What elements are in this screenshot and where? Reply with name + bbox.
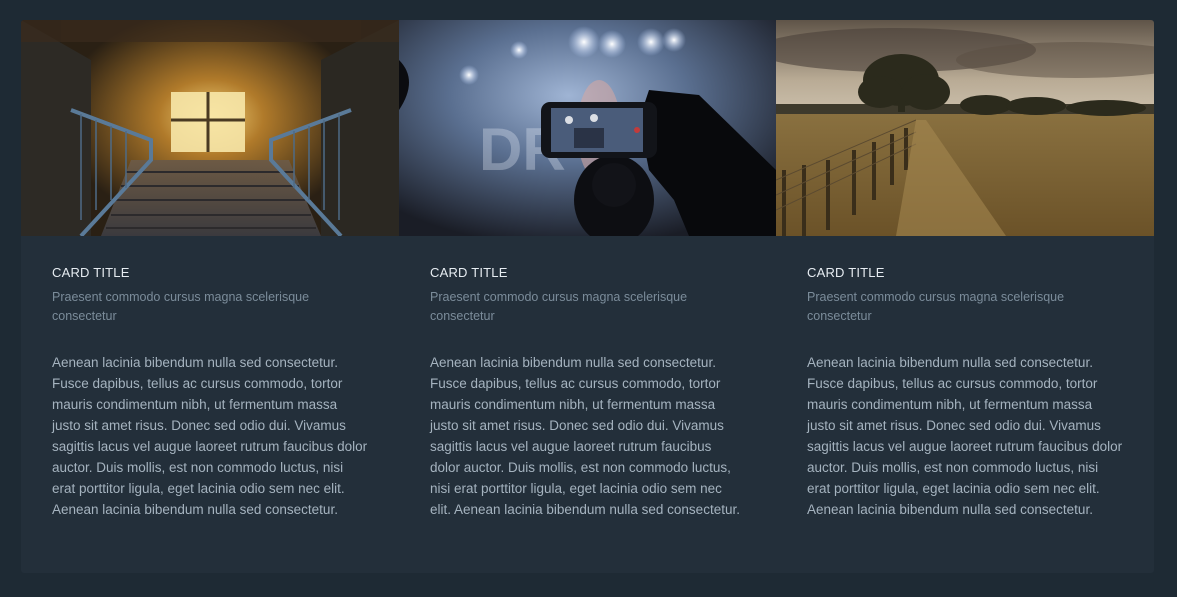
- card-subtitle: Praesent commodo cursus magna scelerisqu…: [52, 290, 310, 323]
- card-body: CARD TITLE Praesent commodo cursus magna…: [399, 236, 776, 520]
- card-image-staircase: [21, 20, 399, 236]
- card-subtitle: Praesent commodo cursus magna scelerisqu…: [430, 290, 688, 323]
- field-tree-fence-image: [776, 20, 1154, 236]
- card-1: CARD TITLE Praesent commodo cursus magna…: [21, 20, 399, 573]
- card-image-field: [776, 20, 1154, 236]
- card-title: CARD TITLE: [807, 265, 885, 280]
- card-text: Aenean lacinia bibendum nulla sed consec…: [807, 355, 1123, 517]
- card-3: CARD TITLE Praesent commodo cursus magna…: [776, 20, 1154, 573]
- card-body: CARD TITLE Praesent commodo cursus magna…: [776, 236, 1154, 520]
- card-title: CARD TITLE: [52, 265, 130, 280]
- card-text: Aenean lacinia bibendum nulla sed consec…: [52, 355, 368, 517]
- card-body: CARD TITLE Praesent commodo cursus magna…: [21, 236, 399, 520]
- card-2: DR CARD TITLE Praesent commodo cursus ma…: [399, 20, 776, 573]
- card-group: CARD TITLE Praesent commodo cursus magna…: [21, 20, 1154, 573]
- card-image-concert: DR: [399, 20, 776, 236]
- card-text: Aenean lacinia bibendum nulla sed consec…: [430, 355, 740, 517]
- card-title: CARD TITLE: [430, 265, 508, 280]
- abandoned-staircase-image: [21, 20, 399, 236]
- concert-phone-image: DR: [399, 20, 776, 236]
- card-subtitle: Praesent commodo cursus magna scelerisqu…: [807, 290, 1065, 323]
